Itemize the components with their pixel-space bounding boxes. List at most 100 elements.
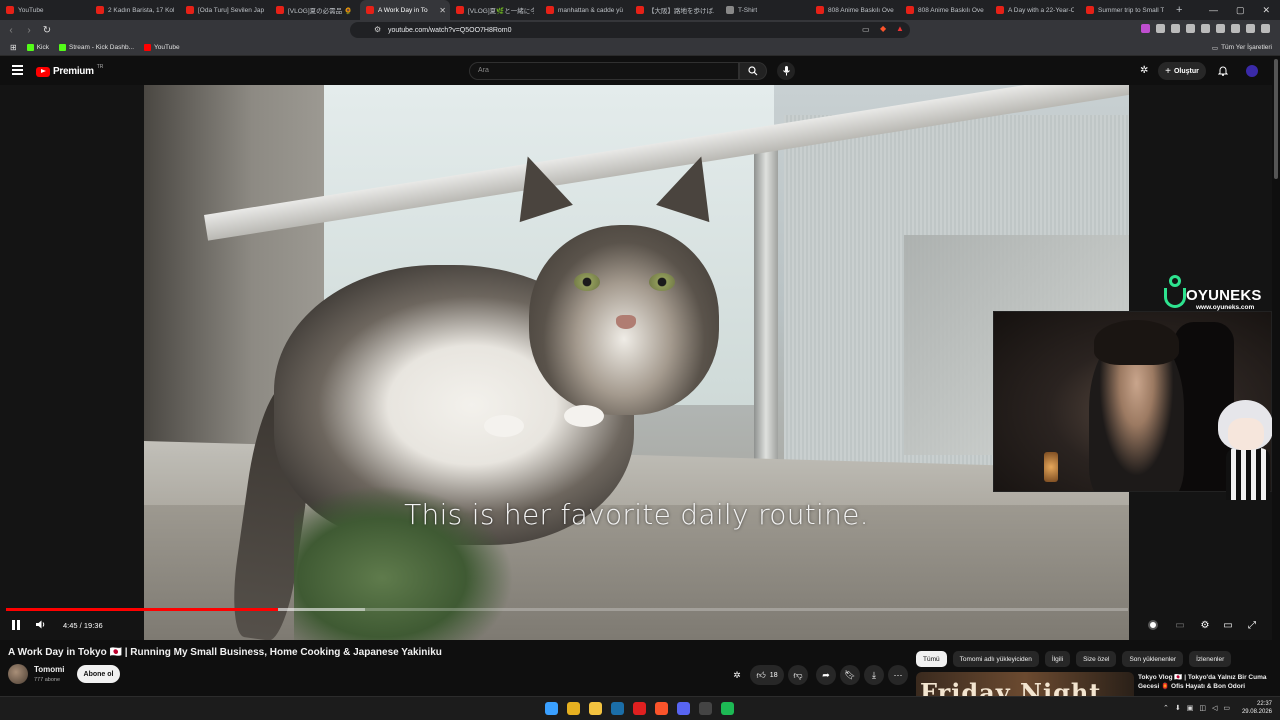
bookmark-favicon-icon [58, 44, 66, 51]
extension-icon[interactable] [1171, 24, 1180, 33]
wallet-icon[interactable] [1216, 24, 1225, 33]
tab-favicon-icon [996, 6, 1004, 14]
file-explorer-icon[interactable] [589, 702, 602, 715]
streaming-extension-icon[interactable]: ✲ [727, 665, 747, 685]
voice-search-button[interactable] [777, 62, 795, 80]
extension-icons [1141, 24, 1270, 33]
address-bar-row: ‹ › ↻ ☐ ⚙ youtube.com/watch?v=Q5OO7H8Rom… [0, 20, 1280, 40]
site-info-icon[interactable]: ⚙ [374, 25, 381, 34]
apps-grid-icon[interactable]: ⊞ [10, 43, 17, 52]
browser-tab[interactable]: 808 Anime Baskılı Over [810, 0, 900, 20]
more-actions-button[interactable]: ⋯ [888, 665, 908, 685]
browser-tab[interactable]: Summer trip to Small To [1080, 0, 1170, 20]
tab-close-icon[interactable]: ✕ [439, 6, 446, 15]
browser-tab[interactable]: manhattan & cadde yü [540, 0, 630, 20]
volume-icon[interactable] [35, 619, 46, 633]
bookmark-item[interactable]: Kick [26, 44, 49, 51]
obs-icon[interactable] [699, 702, 712, 715]
browser-tab[interactable]: 【大阪】路地を歩けば、も [630, 0, 720, 20]
browser-tab[interactable]: T-Shirt [720, 0, 810, 20]
browser-tab[interactable]: 2 Kadın Barista, 17 Kolh [90, 0, 180, 20]
autoplay-toggle[interactable] [1146, 618, 1160, 632]
browser-tab[interactable]: [VLOG]夏の必需品 🌻 1 [270, 0, 360, 20]
account-avatar[interactable] [1246, 65, 1258, 77]
share-button[interactable]: ➦ [816, 665, 836, 685]
search-button[interactable] [739, 62, 767, 80]
hamburger-menu-icon[interactable] [12, 65, 23, 77]
cast-icon[interactable]: ▭ [862, 25, 870, 34]
windows-start-icon[interactable] [545, 702, 558, 715]
all-bookmarks[interactable]: ▭ Tüm Yer İşaretleri [1212, 44, 1272, 52]
steam-icon[interactable] [611, 702, 624, 715]
progress-bar[interactable] [6, 608, 1128, 611]
notifications-bell-icon[interactable] [1217, 65, 1229, 79]
extension-icon[interactable] [1156, 24, 1165, 33]
tray-app-icon[interactable]: ▣ [1187, 704, 1194, 712]
subscriber-count: 777 abone [34, 677, 60, 683]
extension-icon[interactable] [1141, 24, 1150, 33]
menu-icon[interactable] [1261, 24, 1270, 33]
back-icon[interactable]: ‹ [4, 25, 18, 36]
taskbar-clock[interactable]: 22:37 29.08.2026 [1242, 700, 1272, 716]
browser-tab[interactable]: 808 Anime Baskılı Over [900, 0, 990, 20]
minimize-icon[interactable]: — [1209, 5, 1218, 16]
youtube-premium-logo[interactable]: Premium TR [36, 64, 103, 77]
theater-mode-icon[interactable]: ▭ [1221, 618, 1235, 632]
network-icon[interactable]: ◫ [1199, 704, 1206, 712]
save-button[interactable]: 🔖︎ [840, 665, 860, 685]
bookmark-item[interactable]: YouTube [144, 44, 180, 51]
filter-chip[interactable]: İzlenenler [1189, 651, 1232, 667]
scrollbar-thumb[interactable] [1274, 59, 1278, 179]
discord-icon[interactable] [677, 702, 690, 715]
dislike-button[interactable]: 👎︎ [788, 665, 808, 685]
recommendation-title[interactable]: Tokyo Vlog 🇯🇵 | Tokyo'da Yalnız Bir Cuma… [1138, 673, 1268, 691]
download-button[interactable]: ⤓ [864, 665, 884, 685]
browser-tab[interactable]: A Day with a 22-Year-O [990, 0, 1080, 20]
filter-chip[interactable]: Tümü [916, 651, 947, 667]
settings-gear-icon[interactable]: ⚙ [1198, 618, 1212, 632]
subscribe-button[interactable]: Abone ol [77, 665, 120, 683]
battery-icon[interactable]: ▭ [1223, 704, 1230, 712]
tray-app-icon[interactable]: ⬇ [1175, 704, 1181, 712]
sidebar-icon[interactable] [1201, 24, 1210, 33]
brave-icon[interactable] [655, 702, 668, 715]
create-button[interactable]: + Oluştur [1158, 62, 1206, 80]
video-frame[interactable] [144, 85, 1129, 640]
streaming-extension-icon[interactable]: ✲ [1140, 65, 1148, 76]
tab-favicon-icon [546, 6, 554, 14]
pause-icon[interactable] [12, 620, 20, 630]
filter-chip[interactable]: Son yüklenenler [1122, 651, 1184, 667]
maximize-icon[interactable]: ▢ [1236, 5, 1245, 16]
page-scrollbar[interactable] [1272, 57, 1280, 696]
reload-icon[interactable]: ↻ [40, 25, 54, 36]
brave-rewards-icon[interactable]: ▲ [896, 24, 904, 33]
omnibox[interactable]: ⚙ youtube.com/watch?v=Q5OO7H8Rom0 ▭ ◆ ▲ [350, 22, 910, 38]
tab-favicon-icon [276, 6, 284, 14]
forward-icon[interactable]: › [22, 25, 36, 36]
browser-tab[interactable]: YouTube [0, 0, 90, 20]
filter-chip[interactable]: Tomomi adlı yükleyiciden [952, 651, 1039, 667]
opera-icon[interactable] [633, 702, 646, 715]
search-input[interactable]: Ara [469, 62, 739, 80]
tray-chevron-icon[interactable]: ⌃ [1163, 704, 1169, 712]
brave-shield-icon[interactable]: ◆ [880, 24, 886, 33]
close-window-icon[interactable]: ✕ [1262, 5, 1270, 16]
filter-chip[interactable]: İlgili [1044, 651, 1071, 667]
spotify-icon[interactable] [721, 702, 734, 715]
captions-icon[interactable]: ▭ [1173, 618, 1187, 632]
browser-tab[interactable]: [Oda Turu] Sevilen Japo [180, 0, 270, 20]
chrome-icon[interactable] [567, 702, 580, 715]
speaker-icon[interactable]: ◁ [1212, 704, 1217, 712]
vpn-icon[interactable] [1246, 24, 1255, 33]
browser-tab[interactable]: [VLOG]夏🌿と一緒に今 [450, 0, 540, 20]
filter-chip[interactable]: Size özel [1076, 651, 1117, 667]
extension-icon[interactable] [1186, 24, 1195, 33]
fullscreen-icon[interactable]: ⤢ [1245, 618, 1259, 632]
extensions-puzzle-icon[interactable] [1231, 24, 1240, 33]
bookmark-item[interactable]: Stream - Kick Dashb... [58, 44, 134, 51]
channel-name[interactable]: Tomomi [34, 665, 65, 674]
like-button[interactable]: 👍︎ 18 [750, 665, 784, 685]
browser-tab-active[interactable]: A Work Day in To ✕ [360, 0, 450, 20]
new-tab-icon[interactable]: + [1170, 4, 1188, 16]
channel-avatar[interactable] [8, 664, 28, 684]
